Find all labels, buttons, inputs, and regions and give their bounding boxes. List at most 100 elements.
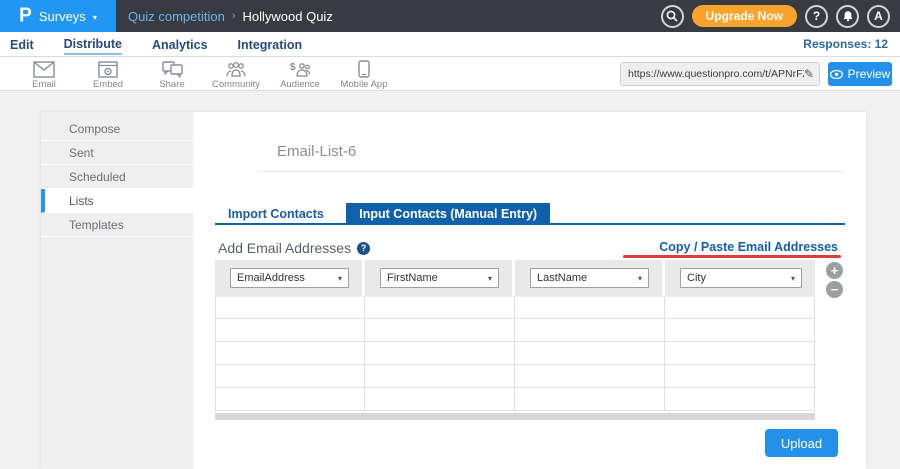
responses-count[interactable]: Responses: 12 <box>803 37 888 51</box>
table-cell[interactable] <box>215 342 365 364</box>
table-cell[interactable] <box>215 388 365 410</box>
preview-label: Preview <box>848 67 891 81</box>
column-select-city[interactable]: City ▾ <box>680 268 802 288</box>
tool-community[interactable]: Community <box>204 57 268 91</box>
tool-share[interactable]: Share <box>140 57 204 91</box>
search-icon <box>666 10 678 22</box>
table-cell[interactable] <box>365 388 515 410</box>
eye-icon <box>830 70 843 79</box>
table-cell[interactable] <box>515 365 665 387</box>
table-cell[interactable] <box>365 319 515 341</box>
account-avatar[interactable]: A <box>867 5 890 28</box>
chevron-down-icon: ▾ <box>93 13 97 22</box>
dropdown-caret-icon: ▾ <box>638 274 642 283</box>
embed-icon <box>98 61 118 78</box>
column-select-emailaddress[interactable]: EmailAddress ▾ <box>230 268 349 288</box>
contacts-grid: EmailAddress ▾ FirstName ▾ LastName ▾ <box>215 260 815 420</box>
table-cell[interactable] <box>365 342 515 364</box>
table-cell[interactable] <box>215 297 365 318</box>
table-cell[interactable] <box>515 297 665 318</box>
questionpro-logo: P <box>19 4 32 27</box>
email-sidebar: Compose Sent Scheduled Lists Templates <box>41 112 193 469</box>
table-cell[interactable] <box>665 297 815 318</box>
table-row <box>215 365 815 388</box>
breadcrumb-separator-icon: › <box>232 10 236 22</box>
table-cell[interactable] <box>515 319 665 341</box>
table-cell[interactable] <box>665 319 815 341</box>
list-detail-panel: Email-List-6 Import Contacts Input Conta… <box>193 112 866 469</box>
dropdown-caret-icon: ▾ <box>791 274 795 283</box>
product-menu-label: Surveys <box>39 9 86 24</box>
table-cell[interactable] <box>365 297 515 318</box>
preview-button[interactable]: Preview <box>828 62 892 86</box>
tab-input-contacts-manual[interactable]: Input Contacts (Manual Entry) <box>346 203 550 225</box>
dropdown-caret-icon: ▾ <box>338 274 342 283</box>
table-row <box>215 342 815 365</box>
table-cell[interactable] <box>665 365 815 387</box>
upload-button[interactable]: Upload <box>765 429 838 457</box>
nav-tab-edit[interactable]: Edit <box>10 35 34 54</box>
contacts-tab-bar: Import Contacts Input Contacts (Manual E… <box>215 203 845 225</box>
red-annotation-underline <box>623 255 841 258</box>
add-row-button[interactable]: + <box>826 262 843 279</box>
list-title: Email-List-6 <box>277 143 356 160</box>
copy-paste-link[interactable]: Copy / Paste Email Addresses <box>659 240 838 254</box>
tool-label: Share <box>159 79 184 90</box>
tab-import-contacts[interactable]: Import Contacts <box>215 203 337 225</box>
table-cell[interactable] <box>215 319 365 341</box>
help-button[interactable]: ? <box>805 5 828 28</box>
sidebar-item-templates[interactable]: Templates <box>41 213 193 237</box>
column-select-lastname[interactable]: LastName ▾ <box>530 268 649 288</box>
header-actions: Upgrade Now ? A <box>661 5 900 28</box>
surveys-product-menu[interactable]: P Surveys ▾ <box>0 0 116 32</box>
tool-email[interactable]: Email <box>12 57 76 91</box>
community-icon <box>225 61 247 78</box>
top-header-bar: P Surveys ▾ Quiz competition › Hollywood… <box>0 0 900 32</box>
tool-mobile-app[interactable]: Mobile App <box>332 57 396 91</box>
select-value: City <box>687 272 791 284</box>
table-cell[interactable] <box>515 388 665 410</box>
table-cell[interactable] <box>365 365 515 387</box>
nav-tab-distribute[interactable]: Distribute <box>64 34 122 55</box>
help-icon[interactable]: ? <box>357 242 370 255</box>
mobile-app-icon <box>358 60 370 78</box>
question-mark-icon: ? <box>813 9 820 23</box>
nav-tab-integration[interactable]: Integration <box>238 35 303 54</box>
search-button[interactable] <box>661 5 684 28</box>
edit-url-icon[interactable]: ✎ <box>804 67 814 81</box>
sidebar-item-compose[interactable]: Compose <box>41 117 193 141</box>
upgrade-now-button[interactable]: Upgrade Now <box>692 5 797 27</box>
svg-text:$: $ <box>290 62 296 73</box>
table-cell[interactable] <box>665 388 815 410</box>
tool-audience[interactable]: $ Audience <box>268 57 332 91</box>
sidebar-item-sent[interactable]: Sent <box>41 141 193 165</box>
grid-header-cell: FirstName ▾ <box>365 260 515 296</box>
horizontal-scrollbar[interactable] <box>215 413 815 420</box>
select-value: FirstName <box>387 272 488 284</box>
distribute-toolbar: Email Embed Share Community $ Audience M… <box>0 57 900 91</box>
notifications-button[interactable] <box>836 5 859 28</box>
table-cell[interactable] <box>215 365 365 387</box>
table-cell[interactable] <box>665 342 815 364</box>
select-value: EmailAddress <box>237 272 338 284</box>
table-cell[interactable] <box>515 342 665 364</box>
table-row <box>215 388 815 411</box>
breadcrumb-parent[interactable]: Quiz competition <box>128 9 225 24</box>
survey-url-field[interactable]: https://www.questionpro.com/t/APNrFZ ✎ <box>620 62 820 86</box>
grid-header-cell: EmailAddress ▾ <box>215 260 365 296</box>
sidebar-item-scheduled[interactable]: Scheduled <box>41 165 193 189</box>
survey-nav-bar: Edit Distribute Analytics Integration Re… <box>0 32 900 57</box>
sidebar-item-lists[interactable]: Lists <box>41 189 193 213</box>
tool-embed[interactable]: Embed <box>76 57 140 91</box>
column-select-firstname[interactable]: FirstName ▾ <box>380 268 499 288</box>
nav-tab-analytics[interactable]: Analytics <box>152 35 208 54</box>
add-email-addresses-heading: Add Email Addresses ? <box>218 240 370 256</box>
tool-label: Embed <box>93 79 123 90</box>
dropdown-caret-icon: ▾ <box>488 274 492 283</box>
survey-url-text: https://www.questionpro.com/t/APNrFZ <box>628 68 804 80</box>
tool-label: Community <box>212 79 260 90</box>
share-icon <box>162 61 183 78</box>
channel-tools: Email Embed Share Community $ Audience M… <box>12 57 396 91</box>
select-value: LastName <box>537 272 638 284</box>
remove-row-button[interactable]: − <box>826 281 843 298</box>
